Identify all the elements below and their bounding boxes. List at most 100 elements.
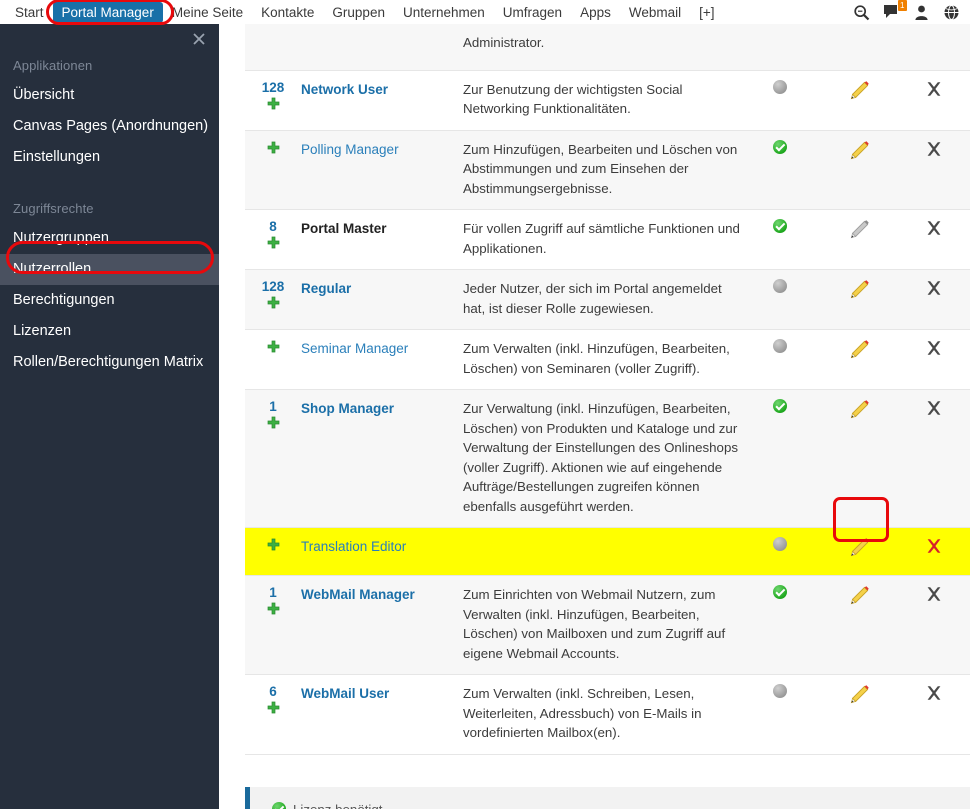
nav-item-umfragen[interactable]: Umfragen: [494, 2, 571, 23]
cell-count: 128: [245, 70, 301, 130]
delete-icon[interactable]: [925, 140, 943, 158]
add-icon[interactable]: [266, 602, 281, 617]
cell-name: Portal Master: [301, 210, 463, 270]
role-name-link[interactable]: Translation Editor: [301, 539, 406, 554]
cell-count: [245, 24, 301, 70]
role-name-link[interactable]: WebMail User: [301, 686, 389, 701]
role-name-link[interactable]: Seminar Manager: [301, 341, 408, 356]
role-name-link[interactable]: Portal Master: [301, 221, 387, 236]
cell-desc: Administrator.: [463, 24, 740, 70]
edit-icon[interactable]: [848, 279, 870, 301]
table-row[interactable]: 128 Network User Zur Benutzung der wichtig…: [245, 70, 970, 130]
nav-item-kontakte[interactable]: Kontakte: [252, 2, 323, 23]
delete-icon[interactable]: [925, 684, 943, 702]
sidebar-item-nutzergruppen[interactable]: Nutzergruppen: [0, 223, 219, 254]
search-icon[interactable]: [853, 4, 870, 21]
cell-name: [301, 24, 463, 70]
edit-icon[interactable]: [848, 219, 870, 241]
delete-icon[interactable]: [925, 80, 943, 98]
cell-delete: [898, 528, 970, 576]
role-description: Zur Benutzung der wichtigsten Social Net…: [463, 81, 683, 117]
add-icon[interactable]: [266, 340, 281, 355]
table-row[interactable]: Translation Editor: [245, 527, 970, 576]
messages-icon[interactable]: 1: [883, 0, 907, 21]
delete-icon[interactable]: [925, 279, 943, 297]
delete-icon[interactable]: [925, 585, 943, 603]
table-row[interactable]: Polling Manager Zum Hinzufügen, Bearbeite…: [245, 130, 970, 210]
edit-icon[interactable]: [848, 80, 870, 102]
nav-item-gruppen[interactable]: Gruppen: [323, 2, 394, 23]
license-free-icon: [773, 279, 787, 293]
table-row[interactable]: Seminar Manager Zum Verwalten (inkl. Hinz…: [245, 329, 970, 390]
sidebar-group-title: Zugriffsrechte: [13, 201, 94, 216]
cell-count: [245, 330, 301, 390]
cell-edit: [820, 528, 898, 576]
nav-item-unternehmen[interactable]: Unternehmen: [394, 2, 494, 23]
cell-license: [740, 576, 820, 675]
cell-delete: [898, 330, 970, 390]
cell-count: 6: [245, 675, 301, 755]
cell-edit: [820, 70, 898, 130]
messages-badge: 1: [897, 0, 907, 11]
table-row[interactable]: 128 Regular Jeder Nutzer, der sich im Port…: [245, 269, 970, 330]
edit-icon[interactable]: [848, 140, 870, 162]
legend-row-license-required: Lizenz benötigt.: [272, 800, 970, 809]
add-icon[interactable]: [266, 538, 281, 553]
sidebar-item-einstellungen[interactable]: Einstellungen: [0, 142, 219, 173]
table-row[interactable]: 6 WebMail User Zum Verwalten (inkl. Schrei…: [245, 674, 970, 755]
role-name-link[interactable]: WebMail Manager: [301, 587, 415, 602]
edit-icon[interactable]: [848, 684, 870, 706]
role-name-link[interactable]: Shop Manager: [301, 401, 394, 416]
role-user-count: 8: [269, 219, 277, 234]
cell-edit: [820, 270, 898, 330]
sidebar-item-nutzerrollen[interactable]: Nutzerrollen: [0, 254, 219, 285]
nav-item-[interactable]: [+]: [690, 2, 723, 23]
edit-icon[interactable]: [848, 585, 870, 607]
delete-icon[interactable]: [925, 399, 943, 417]
sidebar-item-bersicht[interactable]: Übersicht: [0, 80, 219, 111]
sidebar-groups: Applikationen Übersicht Canvas Pages (Anor…: [0, 58, 219, 378]
sidebar-item-lizenzen[interactable]: Lizenzen: [0, 316, 219, 347]
table-row[interactable]: 1 Shop Manager Zur Verwaltung (inkl. Hinzu…: [245, 389, 970, 528]
close-icon[interactable]: [192, 32, 206, 46]
add-icon[interactable]: [266, 416, 281, 431]
add-icon[interactable]: [266, 141, 281, 156]
add-icon[interactable]: [266, 701, 281, 716]
delete-icon[interactable]: [925, 219, 943, 237]
delete-icon[interactable]: [925, 537, 943, 555]
nav-item-apps[interactable]: Apps: [571, 2, 620, 23]
nav-item-start[interactable]: Start: [6, 2, 53, 23]
add-icon[interactable]: [266, 97, 281, 112]
nav-item-webmail[interactable]: Webmail: [620, 2, 690, 23]
add-icon[interactable]: [266, 296, 281, 311]
role-user-count: 128: [261, 279, 285, 294]
cell-license: [740, 70, 820, 130]
role-name-link[interactable]: Polling Manager: [301, 142, 399, 157]
table-row[interactable]: 8 Portal Master Für vollen Zugriff auf säm…: [245, 209, 970, 270]
cell-name: WebMail User: [301, 675, 463, 755]
cell-license: [740, 390, 820, 528]
nav-item-meine-seite[interactable]: Meine Seite: [163, 2, 252, 23]
user-icon[interactable]: [913, 4, 930, 21]
cell-license: [740, 24, 820, 70]
sidebar-item-berechtigungen[interactable]: Berechtigungen: [0, 285, 219, 316]
cell-desc: Zur Benutzung der wichtigsten Social Net…: [463, 70, 740, 130]
edit-icon[interactable]: [848, 537, 870, 559]
role-name-link[interactable]: Network User: [301, 82, 388, 97]
nav-item-portal-manager[interactable]: Portal Manager: [52, 1, 163, 23]
sidebar-item-canvas-pages-anordnungen[interactable]: Canvas Pages (Anordnungen): [0, 111, 219, 142]
sidebar-item-rollen-berechtigungen-matrix[interactable]: Rollen/Berechtigungen Matrix: [0, 347, 219, 378]
cell-name: Regular: [301, 270, 463, 330]
table-row[interactable]: 1 WebMail Manager Zum Einrichten von Webma…: [245, 575, 970, 675]
delete-icon[interactable]: [925, 339, 943, 357]
globe-icon[interactable]: [943, 4, 960, 21]
top-navigation-bar: Start Portal Manager Meine Seite Kontakte Gr…: [0, 0, 970, 24]
role-name-link[interactable]: Regular: [301, 281, 351, 296]
edit-icon[interactable]: [848, 399, 870, 421]
role-description: Zur Verwaltung (inkl. Hinzufügen, Bearbe…: [463, 401, 738, 514]
add-icon[interactable]: [266, 236, 281, 251]
nav-item-list: Start Portal Manager Meine Seite Kontakte Gr…: [0, 1, 724, 23]
edit-icon[interactable]: [848, 339, 870, 361]
cell-name: Network User: [301, 70, 463, 130]
cell-edit: [820, 210, 898, 270]
